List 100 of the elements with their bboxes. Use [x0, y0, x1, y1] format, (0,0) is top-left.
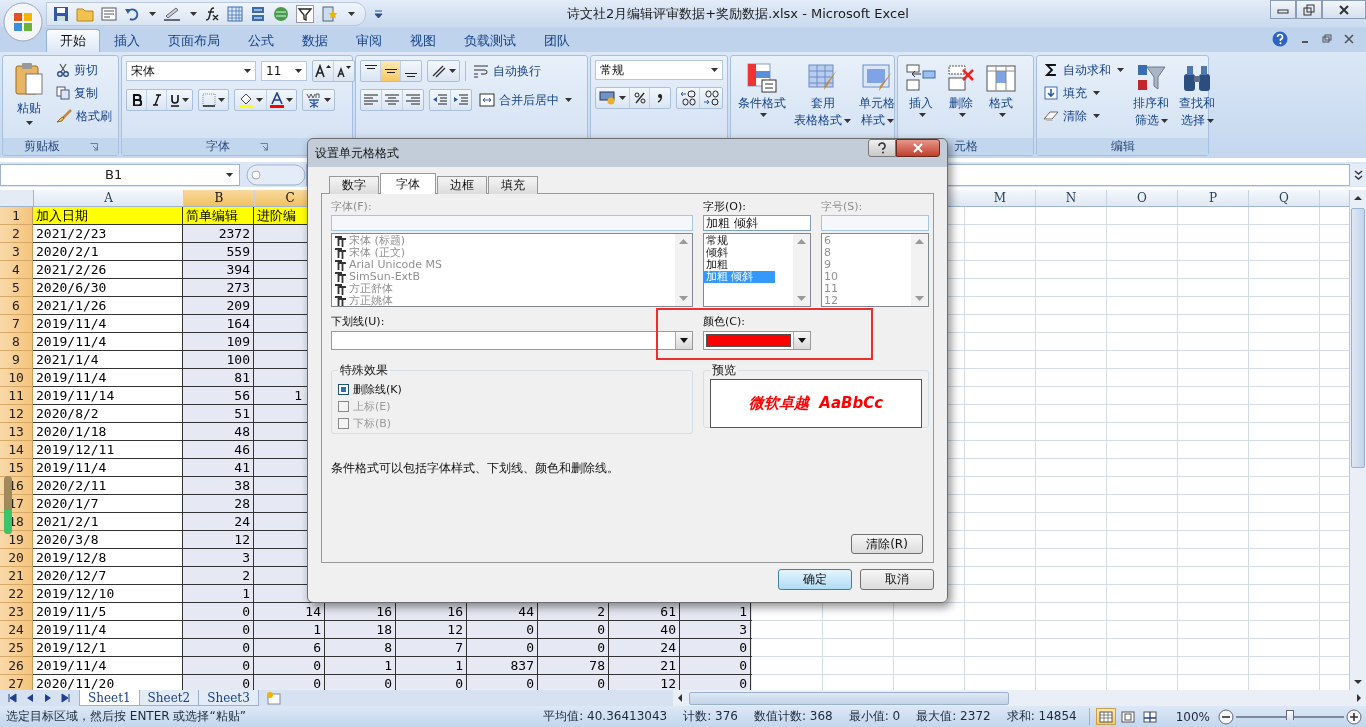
font-size-field[interactable]: [821, 215, 929, 231]
grid-icon[interactable]: [227, 5, 243, 22]
format-painter-button[interactable]: 格式刷: [54, 106, 114, 126]
row-header[interactable]: 8: [0, 333, 33, 351]
ribbon-tab[interactable]: 视图: [396, 29, 450, 52]
row-header[interactable]: 15: [0, 459, 33, 477]
cells-button[interactable]: 格式: [982, 60, 1020, 119]
zoom-slider-thumb[interactable]: [1286, 709, 1294, 724]
row-header[interactable]: 9: [0, 351, 33, 369]
vertical-scrollbar[interactable]: [1349, 190, 1366, 690]
zoom-level[interactable]: 100%: [1175, 709, 1210, 724]
row-header[interactable]: 20: [0, 549, 33, 567]
row-header[interactable]: 7: [0, 315, 33, 333]
dialog-launcher-icon[interactable]: [260, 142, 268, 151]
scroll-thumb[interactable]: [688, 691, 1009, 705]
row-header[interactable]: 2: [0, 225, 33, 243]
font-size-field[interactable]: 11: [261, 61, 307, 81]
font-style-field[interactable]: 加粗 倾斜: [703, 215, 811, 231]
ribbon-tab[interactable]: 团队: [530, 29, 584, 52]
row-header[interactable]: 14: [0, 441, 33, 459]
rows-icon[interactable]: [250, 5, 266, 22]
dialog-tab[interactable]: 边框: [437, 176, 487, 194]
merge-center-button[interactable]: 合并后居中: [477, 90, 574, 110]
name-box[interactable]: B1: [0, 163, 240, 186]
scroll-thumb[interactable]: [1351, 208, 1365, 468]
grow-font-button[interactable]: [313, 61, 334, 81]
editing-button[interactable]: 自动求和: [1041, 60, 1126, 80]
sheet-tab[interactable]: Sheet3: [198, 690, 259, 706]
cells-button[interactable]: 插入: [902, 60, 940, 119]
clear-button[interactable]: 清除(R): [851, 534, 923, 554]
row-header[interactable]: 13: [0, 423, 33, 441]
row-header[interactable]: 5: [0, 279, 33, 297]
wrap-text-button[interactable]: 自动换行: [471, 61, 543, 81]
star-doc-icon[interactable]: [321, 5, 339, 22]
last-sheet-icon[interactable]: [60, 692, 72, 704]
font-style-list[interactable]: 常规 倾斜 加粗 加粗 倾斜: [703, 233, 811, 307]
row-header[interactable]: 6: [0, 297, 33, 315]
customize-toolbar-icon[interactable]: [374, 9, 383, 18]
ribbon-tab[interactable]: 负载测试: [450, 29, 530, 52]
dropdown-button[interactable]: [675, 332, 692, 349]
zoom-in-icon[interactable]: [1346, 708, 1362, 725]
zoom-out-icon[interactable]: [1218, 708, 1234, 725]
row-header[interactable]: 27: [0, 675, 33, 690]
editing-button[interactable]: 清除: [1041, 106, 1126, 126]
print-preview-icon[interactable]: [101, 5, 117, 22]
row-header[interactable]: 1: [0, 207, 33, 225]
editing-button[interactable]: 排序和 筛选: [1130, 60, 1172, 130]
font-style-item[interactable]: 倾斜: [704, 247, 793, 259]
row-header[interactable]: 4: [0, 261, 33, 279]
copy-button[interactable]: 复制: [54, 83, 114, 103]
dialog-tab[interactable]: 填充: [488, 176, 538, 194]
font-input-field[interactable]: [331, 215, 693, 231]
color-dropdown[interactable]: [703, 331, 811, 350]
row-header[interactable]: 26: [0, 657, 33, 675]
row-header[interactable]: 25: [0, 639, 33, 657]
close-button[interactable]: [896, 139, 940, 157]
globe-icon[interactable]: [273, 5, 289, 22]
column-header[interactable]: P: [1178, 190, 1249, 206]
column-header[interactable]: M: [965, 190, 1036, 206]
paste-button[interactable]: 粘贴: [7, 60, 50, 127]
checkbox[interactable]: [338, 384, 349, 395]
horizontal-scrollbar[interactable]: [672, 690, 1366, 706]
vertical-align-button[interactable]: [381, 61, 401, 81]
align-center-button[interactable]: [382, 90, 403, 110]
row-header[interactable]: 19: [0, 531, 33, 549]
sheet-tab[interactable]: Sheet1: [79, 690, 140, 706]
save-icon[interactable]: [53, 5, 69, 22]
expand-formula-button[interactable]: [1350, 163, 1366, 186]
column-header[interactable]: O: [1107, 190, 1178, 206]
ribbon-tab[interactable]: 公式: [234, 29, 288, 52]
style-button[interactable]: 套用 表格格式: [791, 60, 854, 130]
ribbon-tab[interactable]: 数据: [288, 29, 342, 52]
editing-button[interactable]: 填充: [1041, 83, 1126, 103]
row-header[interactable]: 11: [0, 387, 33, 405]
column-header[interactable]: Q: [1249, 190, 1320, 206]
font-style-item[interactable]: 加粗: [704, 259, 793, 271]
align-left-button[interactable]: [361, 90, 382, 110]
row-header[interactable]: 24: [0, 621, 33, 639]
style-button[interactable]: 条件格式: [735, 60, 789, 119]
minimize-button[interactable]: [1270, 0, 1296, 19]
decrease-indent-button[interactable]: [430, 90, 451, 110]
ribbon-tab[interactable]: 开始: [46, 29, 100, 52]
sheet-tab[interactable]: Sheet2: [138, 690, 200, 706]
close-icon[interactable]: [1344, 34, 1354, 44]
filter-icon[interactable]: [296, 4, 314, 23]
view-button[interactable]: [1095, 708, 1116, 725]
row-header[interactable]: 21: [0, 567, 33, 585]
row-header[interactable]: 23: [0, 603, 33, 621]
pen-icon[interactable]: [163, 5, 181, 22]
ribbon-tab[interactable]: 插入: [100, 29, 154, 52]
cut-button[interactable]: 剪切: [54, 60, 114, 80]
font-color-button[interactable]: [267, 90, 296, 110]
first-sheet-icon[interactable]: [6, 692, 18, 704]
zoom-slider[interactable]: [1236, 709, 1344, 724]
column-header[interactable]: B: [184, 190, 255, 206]
row-header[interactable]: 22: [0, 585, 33, 603]
row-header[interactable]: 10: [0, 369, 33, 387]
ribbon-tab[interactable]: 审阅: [342, 29, 396, 52]
number-format-field[interactable]: 常规: [595, 60, 723, 80]
help-button[interactable]: [868, 139, 896, 157]
